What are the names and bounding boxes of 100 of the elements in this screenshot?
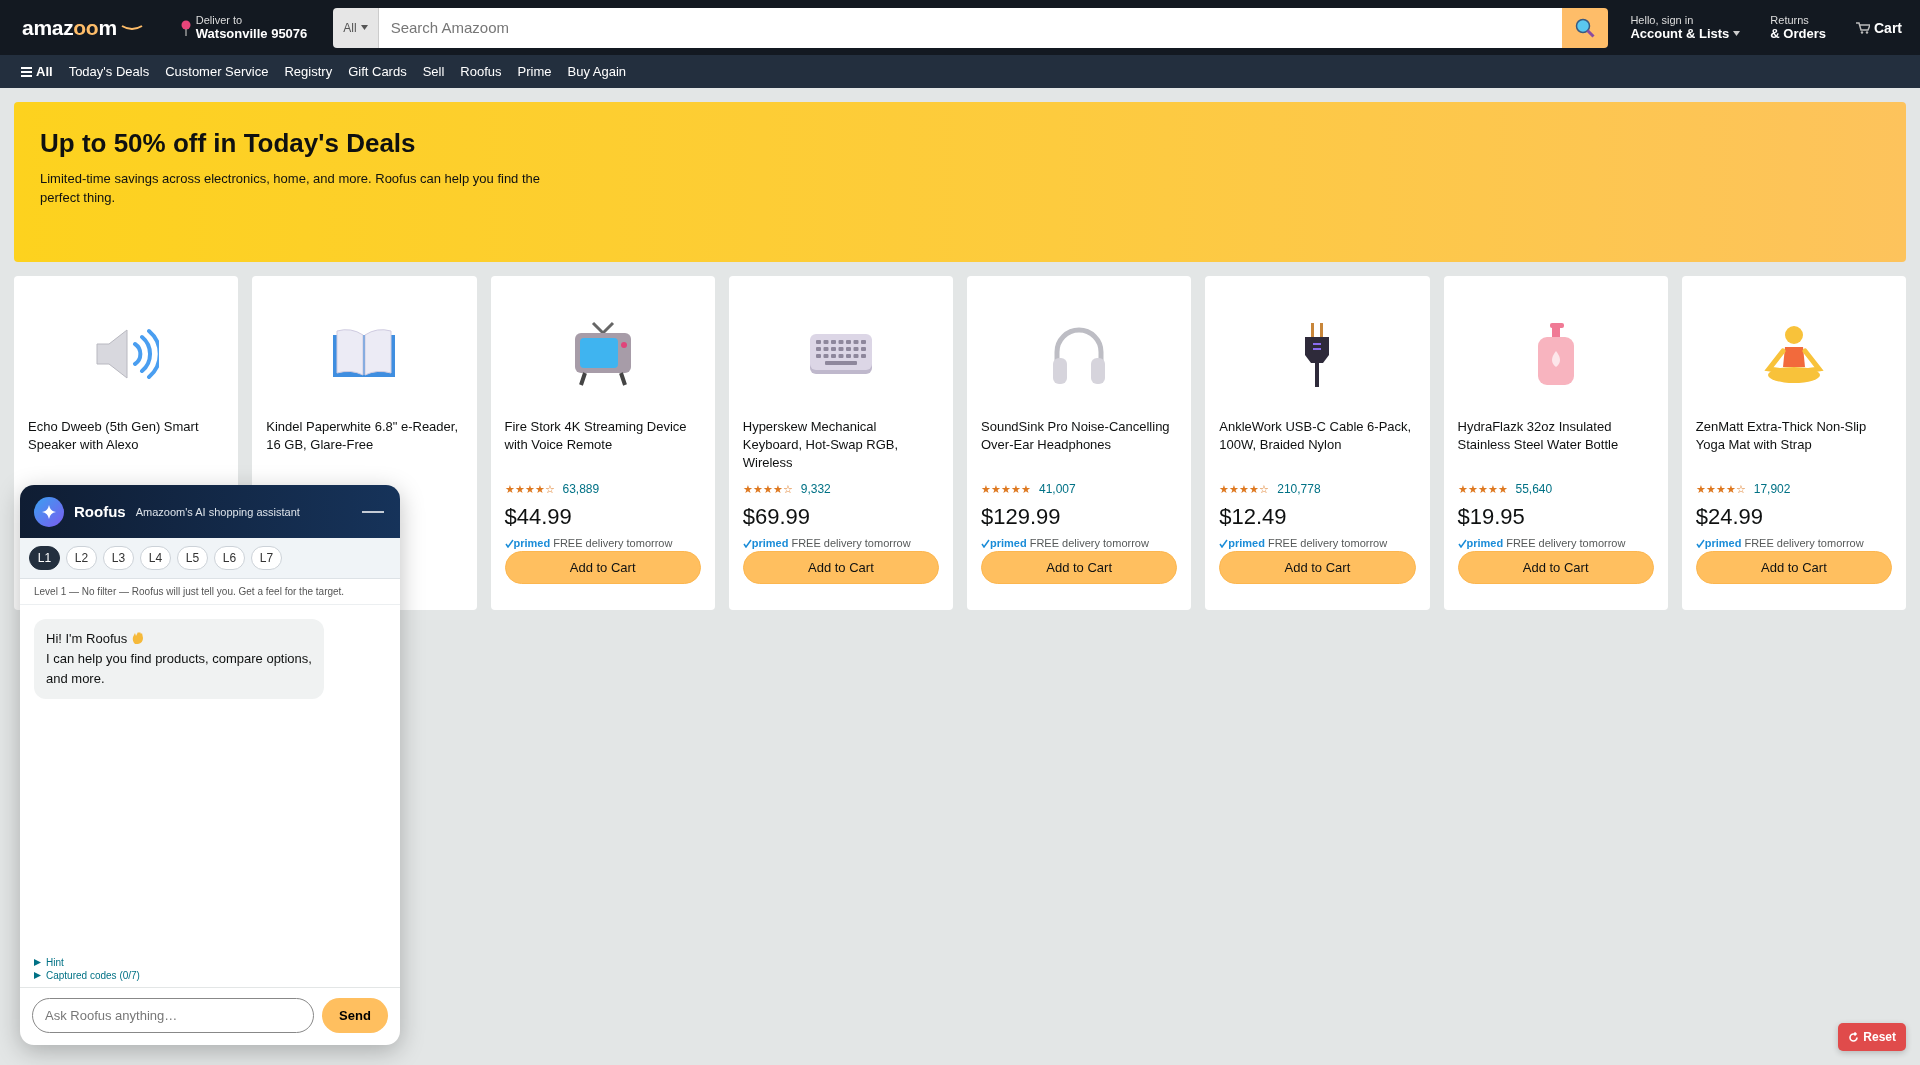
star-icon: ★ [1239,482,1250,496]
review-count[interactable]: 210,778 [1277,482,1321,496]
orders-link[interactable]: & Orders [1770,26,1826,41]
message-text: Hi! I'm Roofus [46,631,128,646]
cart-icon [1856,21,1870,34]
star-icon: ★ [1725,482,1736,496]
nav-link[interactable]: Buy Again [560,60,634,83]
prime-badge: primed [742,537,789,549]
add-to-cart-button[interactable]: Add to Cart [1457,551,1654,584]
level-tab[interactable]: L5 [177,546,208,570]
add-to-cart-button[interactable]: Add to Cart [504,551,701,584]
prime-badge: primed [1695,537,1742,549]
keyboard-icon [808,332,873,376]
level-tab[interactable]: L4 [140,546,171,570]
product-title[interactable]: Echo Dweeb (5th Gen) Smart Speaker with Alexo [28,418,225,454]
product-price: $19.95 [1457,504,1526,530]
product-price: $44.99 [504,504,573,530]
star-icon: ★ [524,482,535,496]
delivery-text: FREE delivery tomorrow [553,537,673,549]
expandable-section[interactable]: Hint [34,957,386,968]
delivery-text: FREE delivery tomorrow [1267,537,1388,549]
level-tab[interactable]: L3 [103,546,134,570]
chat-input-field[interactable]: Ask Roofus anything… [32,998,314,1033]
review-count[interactable]: 63,889 [562,482,600,496]
prime-badge: primed [504,537,551,549]
nav-link[interactable]: Today's Deals [61,60,157,83]
deliver-location[interactable]: Watsonville 95076 [195,26,308,41]
star-icon: ★ [1249,482,1260,496]
delivery-text: FREE delivery tomorrow [1029,537,1149,549]
menu-icon [21,66,32,77]
nav-link[interactable]: Roofus [453,60,509,83]
level-tab[interactable]: L6 [214,546,245,570]
review-count[interactable]: 55,640 [1515,482,1553,496]
product-price: $69.99 [742,504,812,530]
product-price: $129.99 [981,504,1062,530]
star-icon: ★ [1487,482,1498,496]
star-icon: ★ [1497,482,1508,496]
star-icon: ☆ [544,482,555,496]
star-icon: ★ [1219,482,1230,496]
nav-link[interactable]: Prime [510,60,559,83]
cart-link[interactable]: Cart [1848,19,1910,36]
prime-badge: primed [1457,537,1504,549]
waving-hand-icon [130,631,145,645]
logo[interactable]: amazoom [18,15,121,40]
banner-subtitle: Limited-time savings across electronics, home, and more. Roofus can help you find the perfect thing. [40,170,542,207]
delivery-text: FREE delivery tomorrow [791,537,911,549]
level-tab[interactable]: L7 [251,546,282,570]
star-icon: ★ [514,482,525,496]
add-to-cart-button[interactable]: Add to Cart [1695,551,1892,584]
account-link[interactable]: Account & Lists [1630,26,1730,41]
star-icon: ★ [1021,482,1031,496]
caret-icon [1733,31,1741,36]
product-title[interactable]: Kindel Paperwhite 6.8" e-Reader, 16 GB, Glare-Free [266,418,463,454]
product-title[interactable]: HydraFlazk 32oz Insulated Stainless Steel Water Bottle [1457,418,1654,454]
star-icon: ★ [1467,482,1478,496]
nav-link[interactable]: Gift Cards [341,60,414,83]
assistant-tagline: Amazoom's AI shopping assistant [135,505,301,518]
search-icon [1575,17,1596,38]
category-dropdown[interactable]: All [333,7,379,48]
star-icon: ★ [1477,482,1488,496]
star-icon: ★ [534,482,545,496]
product-title[interactable]: ZenMatt Extra-Thick Non-Slip Yoga Mat with Strap [1695,418,1892,454]
add-to-cart-button[interactable]: Add to Cart [1219,551,1416,584]
product-price: $12.49 [1219,504,1288,530]
product-title[interactable]: Hyperskew Mechanical Keyboard, Hot-Swap RGB, Wireless [742,418,939,472]
product-title[interactable]: Fire Stork 4K Streaming Device with Voice Remote [504,418,701,454]
expandable-section[interactable]: Captured codes (0/7) [34,970,386,981]
all-menu-link[interactable]: All [14,60,60,83]
product-title[interactable]: SoundSink Pro Noise-Cancelling Over-Ear Headphones [981,418,1178,454]
reset-button[interactable]: Reset [1838,1023,1906,1051]
star-icon: ★ [772,482,783,496]
star-icon: ★ [762,482,773,496]
star-icon: ★ [504,482,515,496]
message-text: I can help you find products, compare options, and more. [46,650,312,688]
review-count[interactable]: 41,007 [1039,482,1076,496]
level-tab[interactable]: L2 [66,546,97,570]
add-to-cart-button[interactable]: Add to Cart [981,551,1178,584]
location-pin-icon [180,19,191,36]
search-button[interactable] [1562,7,1609,48]
nav-link[interactable]: Sell [415,60,452,83]
returns-label: Returns [1770,14,1810,26]
star-icon: ★ [991,482,1001,496]
delivery-text: FREE delivery tomorrow [1744,537,1864,549]
review-count[interactable]: 9,332 [800,482,831,496]
review-count[interactable]: 17,902 [1753,482,1791,496]
add-to-cart-button[interactable]: Add to Cart [742,551,939,584]
caret-icon [360,25,368,30]
nav-link[interactable]: Registry [277,60,340,83]
product-title[interactable]: AnkleWork USB-C Cable 6-Pack, 100W, Braided Nylon [1219,418,1416,454]
star-icon: ★ [1457,482,1468,496]
delivery-text: FREE delivery tomorrow [1506,537,1626,549]
search-field[interactable]: Search Amazoom [378,7,1563,48]
send-button[interactable]: Send [322,998,388,1033]
level-tab[interactable]: L1 [29,546,60,570]
prime-badge: primed [1219,537,1265,549]
level-description: Level 1 — No filter — Roofus will just tell you. Get a feel for the target. [20,579,400,605]
deliver-label: Deliver to [195,14,244,26]
sparkle-avatar-icon [34,496,64,527]
nav-link[interactable]: Customer Service [158,60,276,83]
star-icon: ★ [981,482,991,496]
